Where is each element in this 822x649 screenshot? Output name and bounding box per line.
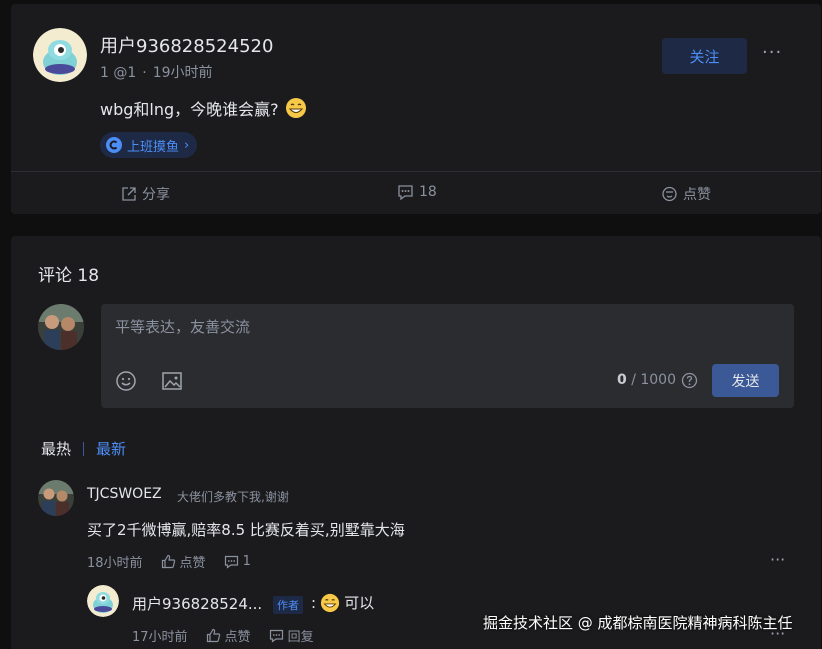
reply-reply-label: 回复	[287, 630, 314, 645]
topic-icon	[106, 137, 122, 153]
tab-hottest[interactable]: 最热	[41, 438, 71, 459]
reply-author-name[interactable]: 用户936828524...	[132, 593, 262, 614]
comment-button[interactable]: 18	[397, 184, 437, 200]
image-icon	[162, 372, 182, 390]
topic-tag[interactable]: 上班摸鱼 ›	[100, 132, 198, 158]
char-max: / 1000	[631, 372, 676, 388]
post-card: 用户936828524520 1 @1 · 19小时前 关注 ··· wbg和lng…	[11, 4, 821, 214]
more-options-icon[interactable]: ···	[770, 550, 785, 569]
reply-content: : 可以	[311, 592, 374, 613]
comments-card: 评论 18 0 / 1000 发送 最热 最新	[11, 236, 821, 649]
divider	[83, 441, 85, 456]
topic-label: 上班摸鱼	[127, 139, 180, 155]
commenter-avatar[interactable]	[38, 480, 74, 516]
post-author-name[interactable]: 用户936828524520	[100, 32, 273, 58]
emoji-picker-button[interactable]	[115, 370, 137, 392]
post-author-avatar[interactable]	[33, 28, 87, 82]
reply-meta: 17小时前 点赞 回复	[132, 626, 314, 645]
share-icon	[122, 187, 136, 201]
reply-like-label: 点赞	[224, 630, 251, 645]
comment-time: 18小时前	[87, 556, 143, 571]
comment-count: 18	[419, 184, 437, 200]
comment-icon	[224, 555, 238, 569]
like-button[interactable]: 点赞	[661, 184, 711, 204]
chevron-right-icon: ›	[184, 137, 190, 153]
comment-reply-count: 1	[242, 554, 251, 569]
commenter-bio: 大佬们多教下我,谢谢	[177, 490, 289, 504]
reply-colon: :	[311, 593, 317, 612]
author-badge: 作者	[273, 596, 303, 614]
comment-meta: 18小时前 点赞 1	[87, 552, 251, 571]
current-user-avatar[interactable]	[38, 304, 84, 350]
tab-newest[interactable]: 最新	[96, 438, 126, 459]
comment-text: 买了2千微博赢,赔率8.5 比赛反着买,别墅靠大海	[87, 521, 405, 539]
share-label: 分享	[142, 187, 170, 203]
divider	[11, 171, 821, 172]
post-meta: 1 @1 · 19小时前	[100, 65, 213, 81]
char-current: 0	[617, 372, 627, 388]
reply-author-avatar[interactable]	[87, 585, 119, 617]
post-content: wbg和lng，今晚谁会赢?	[100, 96, 307, 120]
comment-icon	[398, 185, 413, 200]
grin-emoji-icon	[320, 593, 340, 613]
comment-input[interactable]	[115, 318, 775, 336]
image-upload-button[interactable]	[161, 370, 183, 392]
watermark: 掘金技术社区 @ 成都棕南医院精神病科陈主任	[483, 614, 793, 632]
post-time: 19小时前	[152, 65, 213, 81]
like-label: 点赞	[683, 187, 711, 203]
reply-time: 17小时前	[132, 630, 188, 645]
comment-editor: 0 / 1000 发送	[101, 304, 794, 408]
reply-reply-button[interactable]: 回复	[269, 626, 314, 645]
post-author-level: 1 @1	[100, 65, 137, 81]
post-text: wbg和lng，今晚谁会赢?	[100, 100, 279, 119]
commenter-name[interactable]: TJCSWOEZ	[87, 486, 162, 502]
comment-icon	[269, 629, 283, 643]
reply-text: 可以	[344, 594, 375, 612]
send-button[interactable]: 发送	[712, 364, 779, 397]
like-icon	[662, 186, 677, 202]
thumbs-up-icon	[206, 628, 220, 643]
sort-tabs: 最热 最新	[41, 438, 126, 459]
grin-emoji-icon	[285, 97, 307, 119]
comment-reply-button[interactable]: 1	[224, 554, 251, 569]
smile-icon	[116, 371, 136, 391]
character-counter: 0 / 1000	[617, 372, 676, 388]
more-options-icon[interactable]: ···	[762, 42, 782, 63]
help-icon[interactable]	[681, 372, 698, 389]
reply-like-button[interactable]: 点赞	[206, 626, 251, 645]
comment-like-label: 点赞	[179, 556, 206, 571]
follow-button[interactable]: 关注	[662, 38, 747, 74]
comments-title: 评论 18	[38, 266, 100, 286]
thumbs-up-icon	[161, 554, 175, 569]
comment-like-button[interactable]: 点赞	[161, 552, 206, 571]
share-button[interactable]: 分享	[121, 184, 170, 204]
